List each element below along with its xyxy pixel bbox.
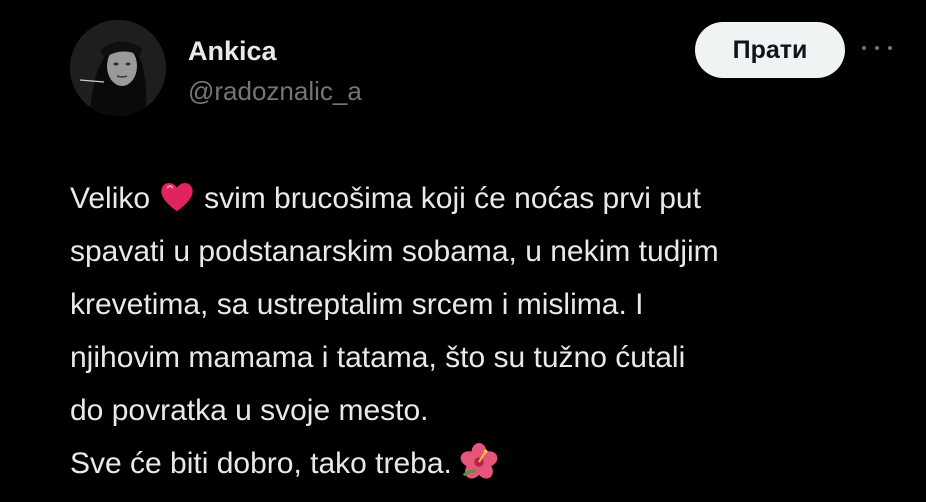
author-display-name[interactable]: Ankica <box>188 36 277 67</box>
avatar-image <box>70 20 166 116</box>
tweet-text-segment: svim brucošima koji će noćas prvi put <box>204 182 701 215</box>
tweet-line: Veliko svim brucošima koji će noćas prvi… <box>70 172 906 225</box>
tweet-text-segment: Sve će biti dobro, tako treba. <box>70 447 452 480</box>
avatar[interactable] <box>70 20 166 116</box>
dot <box>862 46 866 50</box>
tweet-line: spavati u podstanarskim sobama, u nekim … <box>70 235 719 268</box>
more-horizontal-icon[interactable] <box>862 38 892 58</box>
tweet-line: krevetima, sa ustreptalim srcem i mislim… <box>70 288 644 321</box>
tweet-line: Sve će biti dobro, tako treba. <box>70 437 906 490</box>
tweet-line: njihovim mamama i tatama, što su tužno ć… <box>70 341 686 374</box>
follow-button[interactable]: Прати <box>695 22 845 78</box>
dot <box>888 46 892 50</box>
red-heart-emoji <box>161 182 193 212</box>
tweet-text-segment: Veliko <box>70 182 151 215</box>
dot <box>875 46 879 50</box>
tweet-text: Veliko svim brucošima koji će noćas prvi… <box>70 172 906 490</box>
author-handle[interactable]: @radoznalic_a <box>188 76 362 107</box>
tweet-line: do povratka u svoje mesto. <box>70 394 429 427</box>
hibiscus-emoji <box>460 443 498 479</box>
